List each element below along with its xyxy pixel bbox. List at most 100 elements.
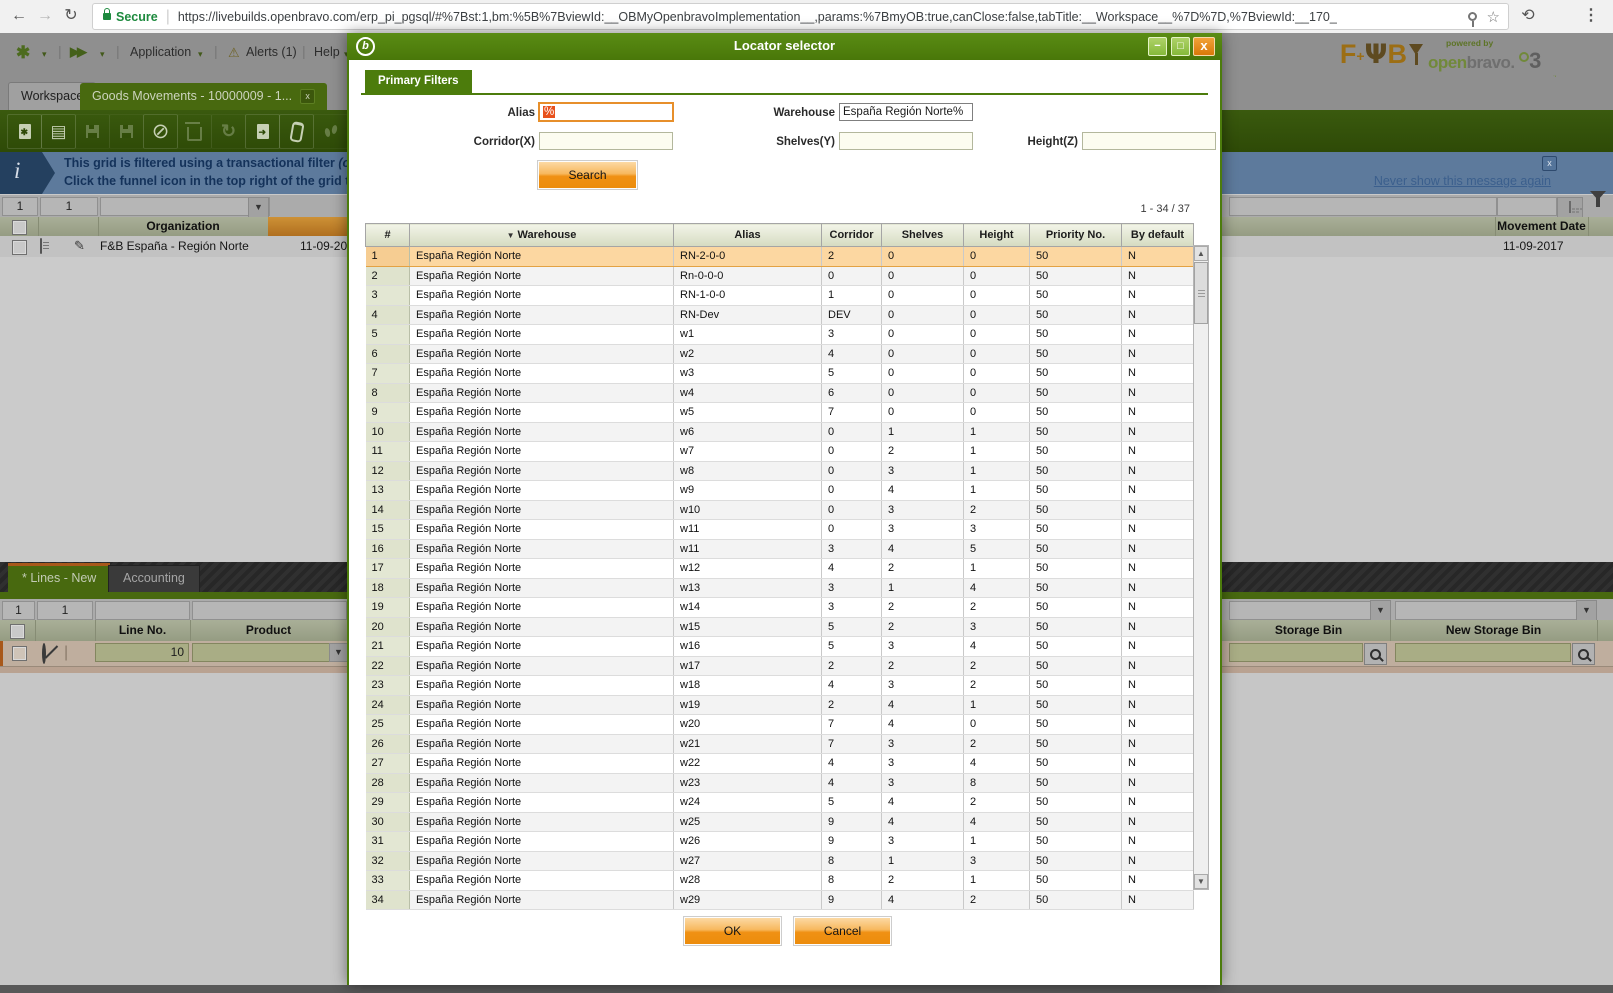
save-button[interactable] xyxy=(75,114,110,149)
document-icon[interactable] xyxy=(40,239,42,253)
line-no-input[interactable]: 10 xyxy=(95,643,189,662)
key-icon[interactable] xyxy=(1468,12,1477,21)
refresh-button[interactable]: ↻ xyxy=(211,114,246,149)
table-row[interactable]: 17España Región Nortew1242150N xyxy=(366,559,1194,579)
corridor-field[interactable] xyxy=(539,132,673,150)
search-button[interactable]: Search xyxy=(538,161,637,189)
funnel-icon[interactable] xyxy=(1590,200,1606,218)
table-row[interactable]: 5España Región Nortew130050N xyxy=(366,325,1194,345)
message-close-icon[interactable]: x xyxy=(1542,156,1557,171)
new-storage-bin-input[interactable] xyxy=(1395,643,1571,662)
calendar-icon[interactable] xyxy=(1557,197,1583,218)
column-header-organization[interactable]: Organization xyxy=(98,217,269,236)
table-row[interactable]: 2España Región NorteRn-0-0-000050N xyxy=(366,266,1194,286)
column-header-warehouse[interactable]: ▼Warehouse xyxy=(410,224,674,247)
dialog-title-bar[interactable]: b Locator selector − □ x xyxy=(347,33,1222,60)
address-bar[interactable]: Secure | https://livebuilds.openbravo.co… xyxy=(92,3,1509,30)
table-row[interactable]: 13España Región Nortew904150N xyxy=(366,481,1194,501)
tab-goods-movements[interactable]: Goods Movements - 10000009 - 1...x xyxy=(80,83,327,110)
column-header-alias[interactable]: Alias xyxy=(674,224,822,247)
storage-bin-filter[interactable] xyxy=(1229,601,1371,620)
new-storage-bin-search-icon[interactable] xyxy=(1572,643,1595,665)
table-row[interactable]: 19España Región Nortew1432250N xyxy=(366,598,1194,618)
table-row[interactable]: 4España Región NorteRN-DevDEV0050N xyxy=(366,305,1194,325)
table-row[interactable]: 28España Región Nortew2343850N xyxy=(366,773,1194,793)
delete-button[interactable] xyxy=(177,114,212,149)
new-storage-bin-filter[interactable] xyxy=(1395,601,1577,620)
column-header-shelves[interactable]: Shelves xyxy=(882,224,964,247)
table-row[interactable]: 8España Región Nortew460050N xyxy=(366,383,1194,403)
close-button[interactable]: x xyxy=(1193,37,1215,56)
table-row[interactable]: 18España Región Nortew1331450N xyxy=(366,578,1194,598)
column-header-by-default[interactable]: By default xyxy=(1122,224,1194,247)
table-row[interactable]: 33España Región Nortew2882150N xyxy=(366,871,1194,891)
browser-menu-icon[interactable]: ⋮ xyxy=(1580,5,1602,27)
column-header-priority-no-[interactable]: Priority No. xyxy=(1030,224,1122,247)
table-row[interactable]: 20España Región Nortew1552350N xyxy=(366,617,1194,637)
edit-icon[interactable]: ✎ xyxy=(74,238,85,254)
application-menu[interactable]: Application xyxy=(130,45,191,59)
column-header-new-storage-bin[interactable]: New Storage Bin xyxy=(1390,620,1598,641)
never-show-link[interactable]: Never show this message again xyxy=(1374,174,1551,188)
quick-launch-icon[interactable]: ▶▶ xyxy=(70,44,84,60)
new-record-button[interactable]: ✱ xyxy=(7,114,42,149)
tab-close-icon[interactable]: x xyxy=(300,89,315,104)
storage-bin-input[interactable] xyxy=(1229,643,1363,662)
column-header-line-no[interactable]: Line No. xyxy=(95,620,191,641)
table-row[interactable]: 15España Región Nortew1103350N xyxy=(366,520,1194,540)
column-header-sorted[interactable] xyxy=(268,217,347,236)
column-header-storage-bin[interactable]: Storage Bin xyxy=(1227,620,1391,641)
select-all-checkbox[interactable] xyxy=(10,624,25,639)
column-header-movement-date[interactable]: Movement Date xyxy=(1495,217,1589,236)
chevron-down-icon[interactable]: ▾ xyxy=(100,49,105,60)
table-row[interactable]: 6España Región Nortew240050N xyxy=(366,344,1194,364)
table-row[interactable]: 27España Región Nortew2243450N xyxy=(366,754,1194,774)
product-input[interactable] xyxy=(192,643,330,662)
table-row[interactable]: 25España Región Nortew2074050N xyxy=(366,715,1194,735)
audit-trail-button[interactable] xyxy=(313,114,348,149)
chevron-down-icon[interactable]: ▼ xyxy=(248,197,269,218)
tab-lines-new[interactable]: * Lines - New xyxy=(8,563,110,592)
storage-bin-search-icon[interactable] xyxy=(1364,643,1387,665)
table-row[interactable]: 16España Región Nortew1134550N xyxy=(366,539,1194,559)
workspace-star-icon[interactable]: ✱ xyxy=(16,43,30,63)
alias-field[interactable]: % xyxy=(538,102,674,122)
row-checkbox[interactable] xyxy=(12,646,27,661)
table-row[interactable]: 23España Región Nortew1843250N xyxy=(366,676,1194,696)
table-row[interactable]: 29España Región Nortew2454250N xyxy=(366,793,1194,813)
movement-date-filter[interactable] xyxy=(1497,197,1557,216)
warehouse-field[interactable]: España Región Norte% xyxy=(839,103,973,121)
scroll-down-icon[interactable]: ▼ xyxy=(1194,874,1208,889)
table-row[interactable]: 7España Región Nortew350050N xyxy=(366,364,1194,384)
chevron-down-icon[interactable]: ▾ xyxy=(42,49,47,60)
reload-icon[interactable]: ↻ xyxy=(60,5,82,27)
tab-accounting[interactable]: Accounting xyxy=(108,565,200,592)
product-filter[interactable] xyxy=(192,601,347,620)
save-close-button[interactable] xyxy=(109,114,144,149)
table-row[interactable]: 24España Región Nortew1924150N xyxy=(366,695,1194,715)
column-header-height[interactable]: Height xyxy=(964,224,1030,247)
table-row[interactable]: 31España Región Nortew2693150N xyxy=(366,832,1194,852)
table-row[interactable]: 14España Región Nortew1003250N xyxy=(366,500,1194,520)
column-header-product[interactable]: Product xyxy=(190,620,347,641)
cancel-button[interactable]: Cancel xyxy=(794,917,891,945)
undo-button[interactable]: ⊘ xyxy=(143,114,178,149)
column-header-corridor[interactable]: Corridor xyxy=(822,224,882,247)
table-row[interactable]: 34España Región Nortew2994250N xyxy=(366,890,1194,910)
minimize-button[interactable]: − xyxy=(1148,37,1167,56)
url-text[interactable]: https://livebuilds.openbravo.com/erp_pi_… xyxy=(178,10,1458,24)
new-row-button[interactable]: ▤ xyxy=(41,114,76,149)
chevron-down-icon[interactable]: ▼ xyxy=(329,643,348,662)
table-row[interactable]: 11España Región Nortew702150N xyxy=(366,442,1194,462)
column-header--[interactable]: # xyxy=(366,224,410,247)
line-no-filter[interactable] xyxy=(95,601,190,620)
tab-primary-filters[interactable]: Primary Filters xyxy=(365,70,472,93)
history-icon[interactable]: ⟲ xyxy=(1517,5,1539,27)
table-row[interactable]: 30España Región Nortew2594450N xyxy=(366,812,1194,832)
ok-button[interactable]: OK xyxy=(684,917,781,945)
table-row[interactable]: 26España Región Nortew2173250N xyxy=(366,734,1194,754)
table-row[interactable]: 10España Región Nortew601150N xyxy=(366,422,1194,442)
maximize-button[interactable]: □ xyxy=(1171,37,1190,56)
help-menu[interactable]: Help xyxy=(314,45,340,59)
cancel-row-icon[interactable] xyxy=(42,645,46,663)
